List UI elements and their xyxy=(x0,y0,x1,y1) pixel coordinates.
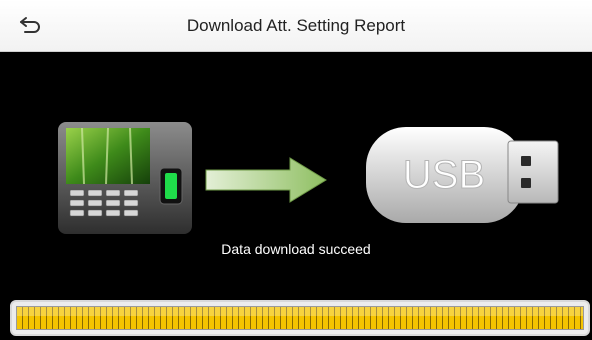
progress-track xyxy=(16,306,584,330)
page-title: Download Att. Setting Report xyxy=(186,16,406,35)
status-message: Data download succeed xyxy=(221,241,371,257)
progress-bar xyxy=(10,300,590,336)
progress-fill xyxy=(17,307,583,329)
usb-label: USB xyxy=(403,153,485,197)
header-bar: Download Att. Setting Report xyxy=(0,0,592,52)
download-screen: Download Att. Setting Report USB Data do… xyxy=(0,0,592,340)
right-arrow-icon xyxy=(205,157,327,203)
attendance-terminal-icon xyxy=(58,122,192,234)
usb-drive-icon: USB xyxy=(366,127,559,223)
